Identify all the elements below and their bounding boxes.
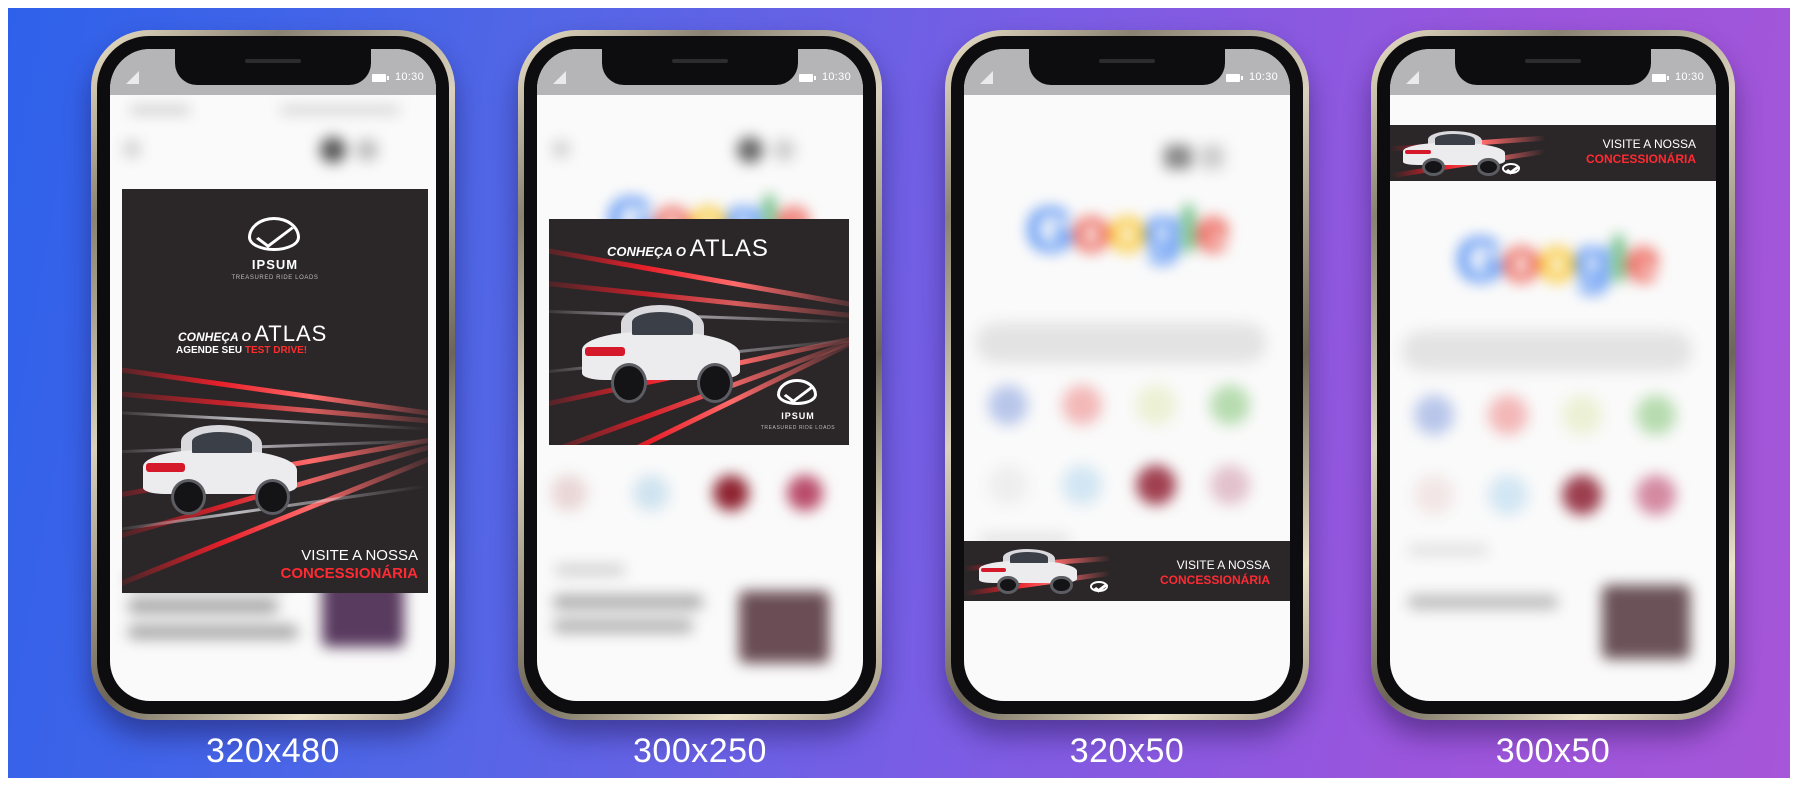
car-image	[571, 301, 751, 405]
battery-icon	[372, 74, 389, 82]
ad-cta-line1: VISITE A NOSSA	[1176, 558, 1270, 572]
battery-icon	[1652, 74, 1669, 82]
phone-bezel: 10:30 Google	[1377, 36, 1729, 714]
brand-name: IPSUM	[251, 257, 299, 272]
headline-prefix: CONHEÇA O	[607, 244, 686, 259]
phone-bezel: 10:30 Google	[951, 36, 1303, 714]
signal-icon	[980, 71, 993, 84]
car-image	[972, 547, 1084, 595]
battery-icon	[799, 74, 816, 82]
blurred-page: Google	[1390, 95, 1716, 701]
phone-notch	[1455, 49, 1651, 85]
signal-icon	[126, 71, 139, 84]
brand-logo-icon	[1502, 163, 1520, 174]
ad-banner-300x250[interactable]: CONHEÇA O ATLAS IPSUM TREASURED RIDE LOA…	[549, 219, 849, 445]
blurred-page: Google	[964, 95, 1290, 701]
phone-screen: 10:30 Google	[1390, 49, 1716, 701]
ad-banner-320x480[interactable]: IPSUM TREASURED RIDE LOADS CONHEÇA O ATL…	[122, 189, 428, 593]
format-label-300x250: 300x250	[600, 732, 800, 771]
car-image	[1396, 129, 1512, 177]
phone-mockup-320x50: 10:30 Google VISITE A NOSSA CONCESSIONÁR…	[945, 30, 1309, 720]
phone-screen: 10:30 Google	[964, 49, 1290, 701]
ad-cta-line2: CONCESSIONÁRIA	[280, 565, 418, 582]
headline-model: ATLAS	[254, 321, 328, 346]
brand-name: IPSUM	[781, 411, 815, 421]
headline-model: ATLAS	[689, 235, 769, 262]
brand-logo-icon	[1090, 581, 1108, 592]
ad-cta-line1: VISITE A NOSSA	[301, 547, 418, 564]
phone-notch	[175, 49, 371, 85]
phone-bezel: 10:30 IPSUM TREASURED RIDE LOADS CONHEÇA…	[97, 36, 449, 714]
brand-logo-icon	[777, 379, 817, 405]
search-logo: Google	[1456, 226, 1660, 295]
ad-banner-320x50[interactable]: VISITE A NOSSA CONCESSIONÁRIA	[964, 541, 1290, 601]
ad-cta-line1: VISITE A NOSSA	[1602, 137, 1696, 151]
ad-cta-line2: CONCESSIONÁRIA	[1585, 152, 1696, 166]
battery-icon	[1226, 74, 1243, 82]
format-label-320x50: 320x50	[1027, 732, 1227, 771]
phone-notch	[1029, 49, 1225, 85]
headline-prefix: CONHEÇA O	[178, 330, 251, 344]
brand-logo-icon	[248, 217, 300, 251]
showcase-background: 10:30 IPSUM TREASURED RIDE LOADS CONHEÇA…	[8, 8, 1790, 778]
brand-tagline: TREASURED RIDE LOADS	[231, 275, 319, 281]
ad-subline: AGENDE SEU TEST DRIVE!	[176, 345, 307, 356]
sub-prefix: AGENDE SEU	[176, 345, 243, 356]
signal-icon	[553, 71, 566, 84]
status-time: 10:30	[821, 71, 851, 83]
sub-highlight: TEST DRIVE!	[244, 345, 308, 356]
phone-mockup-300x50: 10:30 Google VISITE A NOSSA CONCESSIONÁR…	[1371, 30, 1735, 720]
format-label-320x480: 320x480	[173, 732, 373, 771]
phone-bezel: 10:30 Google	[524, 36, 876, 714]
phone-screen: 10:30 IPSUM TREASURED RIDE LOADS CONHEÇA…	[110, 49, 436, 701]
format-label-300x50: 300x50	[1453, 732, 1653, 771]
phone-notch	[602, 49, 798, 85]
status-time: 10:30	[394, 71, 424, 83]
ad-banner-300x50[interactable]: VISITE A NOSSA CONCESSIONÁRIA	[1390, 125, 1716, 181]
status-time: 10:30	[1248, 71, 1278, 83]
status-time: 10:30	[1674, 71, 1704, 83]
phone-screen: 10:30 Google	[537, 49, 863, 701]
phone-mockup-320x480: 10:30 IPSUM TREASURED RIDE LOADS CONHEÇA…	[91, 30, 455, 720]
ad-headline: CONHEÇA O ATLAS	[178, 321, 327, 347]
car-image	[132, 421, 308, 517]
phone-mockup-300x250: 10:30 Google	[518, 30, 882, 720]
search-logo: Google	[1026, 196, 1230, 265]
brand-tagline: TREASURED RIDE LOADS	[760, 425, 836, 431]
ad-headline: CONHEÇA O ATLAS	[607, 235, 769, 263]
signal-icon	[1406, 71, 1419, 84]
ad-cta-line2: CONCESSIONÁRIA	[1159, 573, 1270, 587]
